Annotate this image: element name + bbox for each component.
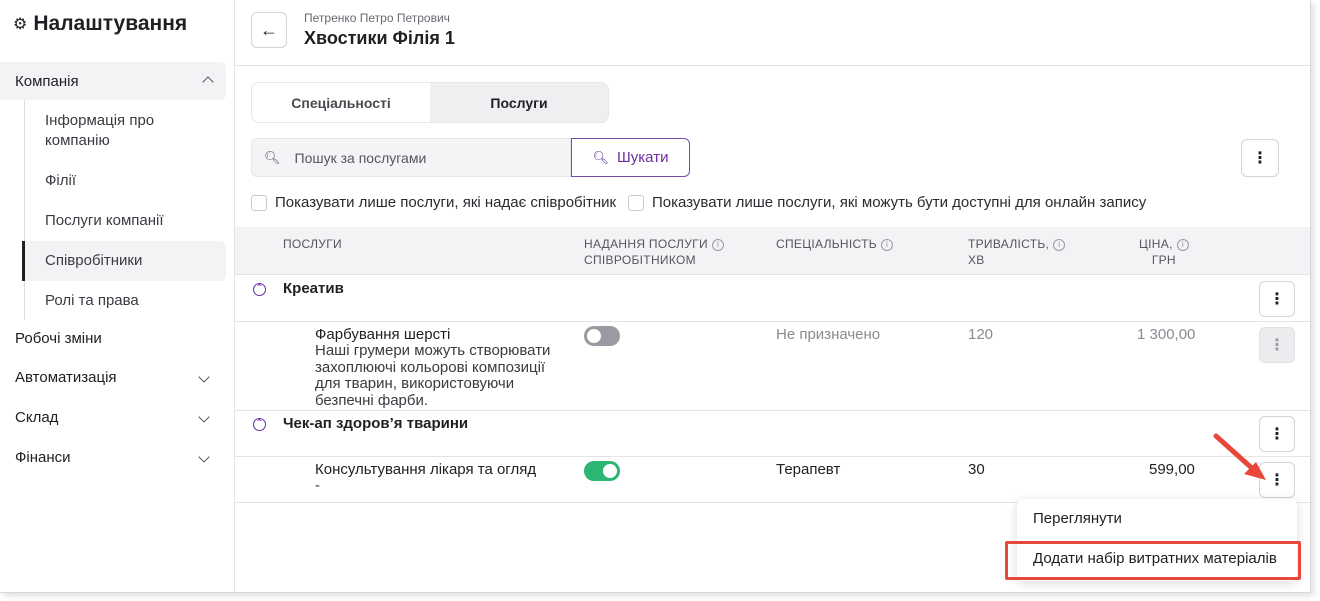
active-item-indicator	[22, 241, 25, 281]
menu-item-view[interactable]: Переглянути	[1033, 510, 1122, 527]
annotation-arrow-icon	[1213, 433, 1266, 480]
more-vertical-icon: ⋮	[1269, 337, 1285, 354]
filter-label: Показувати лише послуги, які надає співр…	[275, 194, 617, 211]
filter-online-booking[interactable]: Показувати лише послуги, які можуть бути…	[628, 194, 1146, 211]
service-name: Фарбування шерсті	[315, 326, 451, 343]
group-name: Чек-ап здоров’я тварини	[283, 415, 469, 432]
gear-icon: ⚙	[13, 16, 28, 33]
back-button[interactable]: ←	[251, 12, 287, 48]
service-specialty: Не призначено	[776, 326, 881, 343]
sidebar-item-label: Фінанси	[15, 449, 71, 466]
chevron-up-icon	[202, 76, 214, 88]
sidebar-item-branches[interactable]: Філії	[45, 171, 76, 191]
sidebar-title: ⚙ Налаштування	[13, 12, 187, 36]
search-icon: 🔍︎	[264, 149, 281, 165]
toggle-knob	[587, 329, 601, 343]
chevron-down-icon	[198, 411, 210, 423]
page-more-button[interactable]: ⋮	[1241, 139, 1279, 177]
filter-employee-services[interactable]: Показувати лише послуги, які надає співр…	[251, 194, 616, 211]
sidebar-item-warehouse[interactable]: Склад	[15, 409, 226, 433]
service-group: ⌃ Чек-ап здоров’я тварини	[235, 411, 1310, 457]
info-icon[interactable]: i	[1176, 239, 1189, 251]
sidebar-item-label: Автоматизація	[15, 369, 117, 386]
service-specialty: Терапевт	[776, 461, 841, 478]
tab-services[interactable]: Послуги	[430, 83, 608, 122]
more-vertical-icon: ⋮	[1269, 291, 1285, 308]
info-icon[interactable]: i	[880, 239, 893, 251]
sidebar-item-automation[interactable]: Автоматизація	[15, 369, 226, 393]
service-group: ⌃ Креатив	[235, 276, 1310, 322]
group-name: Креатив	[283, 280, 344, 297]
column-provision: НАДАННЯ ПОСЛУГИ i СПІВРОБІТНИКОМ	[584, 236, 724, 268]
chevron-down-icon	[198, 451, 210, 463]
sidebar-item-shifts[interactable]: Робочі зміни	[15, 330, 226, 354]
info-icon[interactable]: i	[711, 239, 724, 251]
submenu-guide-line	[24, 100, 25, 320]
info-icon[interactable]: i	[1053, 239, 1066, 251]
sidebar-item-label: Компанія	[15, 72, 79, 90]
sidebar-title-label: Налаштування	[33, 12, 188, 35]
sidebar-item-label: Склад	[15, 409, 59, 426]
column-label: СПІВРОБІТНИКОМ	[584, 253, 696, 267]
column-label: НАДАННЯ ПОСЛУГИ	[584, 237, 708, 251]
tab-bar: Спеціальності Послуги	[251, 82, 609, 123]
checkbox[interactable]	[251, 194, 267, 211]
employee-name: Петренко Петро Петрович	[304, 11, 450, 25]
search-icon: 🔍︎	[592, 149, 610, 165]
search-button-label: Шукати	[617, 149, 669, 166]
row-more-button[interactable]: ⋮	[1259, 327, 1295, 363]
table-row[interactable]: Фарбування шерсті Наші грумери можуть ст…	[235, 322, 1310, 411]
app-window: ⚙ Налаштування Компанія Інформація про к…	[0, 0, 1311, 593]
table-row[interactable]: Консультування лікаря та огляд - Терапев…	[235, 457, 1310, 503]
collapse-icon[interactable]: ⌃	[253, 283, 266, 296]
service-duration: 30	[968, 461, 985, 478]
service-price: 1 300,00	[1137, 326, 1196, 343]
sidebar-item-label: Робочі зміни	[15, 330, 102, 347]
service-description: Наші грумери можуть створювати захоплююч…	[315, 342, 551, 409]
tab-specialties[interactable]: Спеціальності	[252, 83, 430, 122]
column-services: ПОСЛУГИ	[283, 237, 342, 251]
toggle-knob	[603, 464, 617, 478]
search-input[interactable]: 🔍︎ Пошук за послугами	[251, 138, 571, 177]
column-label: ГРН	[1151, 253, 1176, 267]
sidebar-item-company[interactable]: Компанія	[0, 62, 226, 100]
sidebar-item-employees[interactable]: Співробітники	[45, 251, 142, 271]
sidebar-item-company-info[interactable]: Інформація про компанію	[45, 111, 195, 151]
sidebar-item-finance[interactable]: Фінанси	[15, 449, 226, 473]
group-more-button[interactable]: ⋮	[1259, 281, 1295, 317]
provision-toggle[interactable]	[584, 461, 620, 481]
arrow-left-icon: ←	[260, 19, 278, 40]
column-label: СПЕЦІАЛЬНІСТЬ	[776, 237, 877, 251]
provision-toggle[interactable]	[584, 326, 620, 346]
table-header: ПОСЛУГИ НАДАННЯ ПОСЛУГИ i СПІВРОБІТНИКОМ …	[235, 227, 1310, 275]
sidebar-item-company-services[interactable]: Послуги компанії	[45, 211, 164, 231]
service-duration: 120	[968, 326, 994, 343]
column-label: ХВ	[968, 253, 985, 267]
sidebar-item-roles[interactable]: Ролі та права	[45, 291, 139, 311]
checkbox[interactable]	[628, 194, 644, 211]
column-label: ТРИВАЛІСТЬ,	[968, 237, 1050, 251]
more-vertical-icon: ⋮	[1252, 150, 1268, 167]
page-title: Хвостики Філія 1	[304, 28, 455, 48]
search-placeholder: Пошук за послугами	[294, 149, 427, 166]
service-price: 599,00	[1149, 461, 1195, 478]
collapse-icon[interactable]: ⌃	[253, 418, 266, 431]
search-button[interactable]: 🔍︎ Шукати	[571, 138, 690, 177]
column-specialty: СПЕЦІАЛЬНІСТЬ i	[776, 236, 893, 252]
sidebar: ⚙ Налаштування Компанія Інформація про к…	[0, 0, 235, 592]
filter-label: Показувати лише послуги, які можуть бути…	[652, 194, 1147, 211]
service-name: Консультування лікаря та огляд	[315, 461, 537, 478]
highlight-box	[1005, 541, 1301, 580]
header-divider	[235, 65, 1310, 66]
service-description: -	[315, 477, 320, 494]
column-label: ЦІНА,	[1139, 237, 1173, 251]
column-duration: ТРИВАЛІСТЬ, i ХВ	[968, 236, 1066, 268]
column-price: ЦІНА, i ГРН	[1139, 236, 1189, 268]
chevron-down-icon	[198, 371, 210, 383]
